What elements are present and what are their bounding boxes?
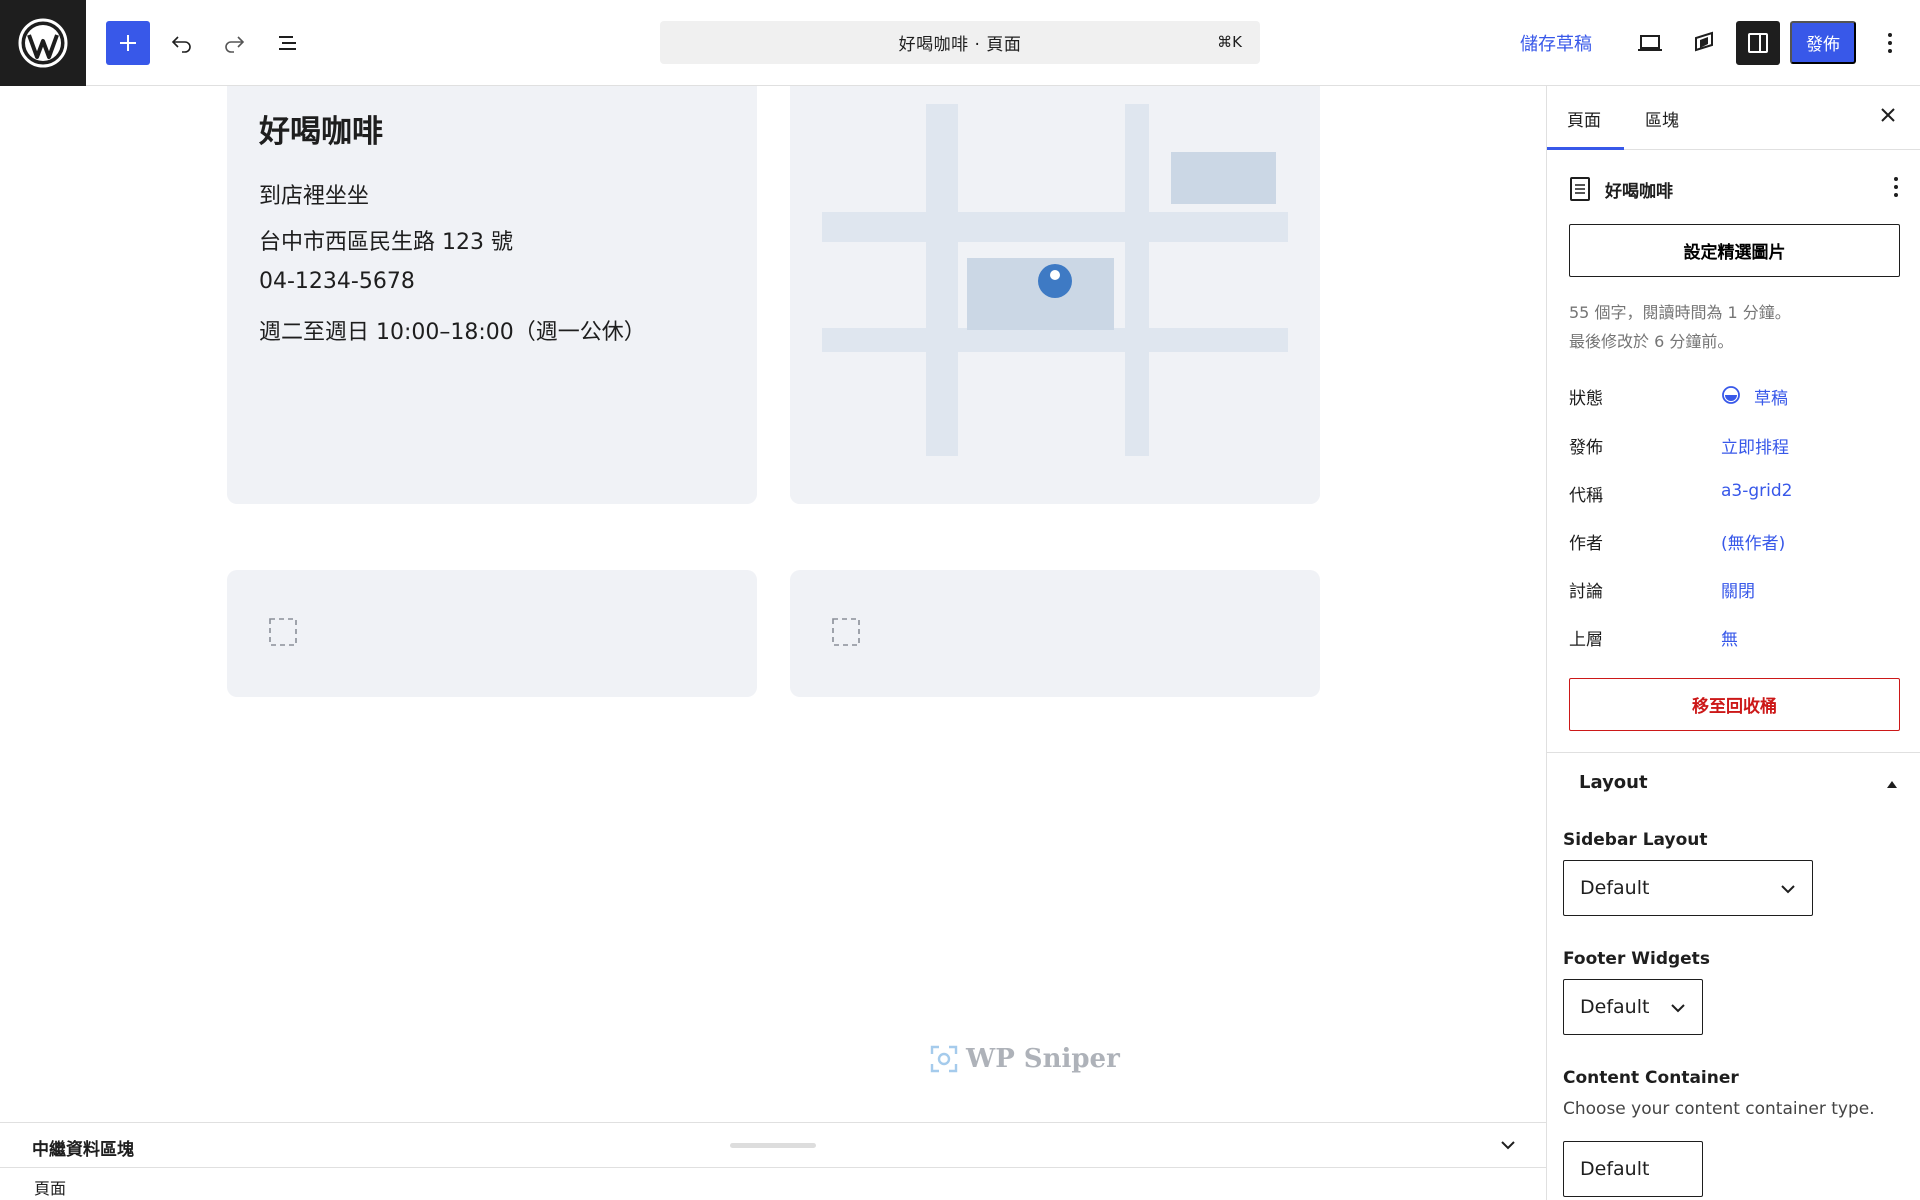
chevron-down-icon[interactable]	[1496, 1133, 1520, 1157]
undo-icon	[171, 36, 191, 53]
list-view-icon	[279, 36, 296, 50]
info-line[interactable]: 台中市西區民生路 123 號	[259, 224, 513, 256]
save-draft-button[interactable]: 儲存草稿	[1520, 30, 1592, 56]
placeholder-block[interactable]	[227, 570, 757, 697]
map-illustration	[790, 86, 1320, 504]
publish-label: 發佈	[1569, 438, 1603, 458]
parent-label: 上層	[1569, 630, 1603, 650]
editor-canvas[interactable]: 好喝咖啡 到店裡坐坐 台中市西區民生路 123 號 04-1234-5678 週…	[0, 86, 1546, 1122]
status-label: 狀態	[1569, 389, 1603, 409]
discussion-label: 討論	[1569, 582, 1603, 602]
editor-toolbar: 好喝咖啡 · 頁面 ⌘K 儲存草稿 發佈	[0, 0, 1920, 86]
map-block[interactable]	[790, 86, 1320, 504]
close-icon[interactable]	[1877, 104, 1899, 126]
plus-icon	[120, 35, 136, 51]
discussion-value[interactable]: 關閉	[1721, 577, 1755, 602]
watermark-text: WP Sniper	[966, 1044, 1120, 1074]
tab-page[interactable]: 頁面	[1567, 106, 1601, 131]
footer-widgets-value: Default	[1580, 996, 1650, 1018]
footer-widgets-label: Footer Widgets	[1563, 949, 1710, 969]
draft-status-icon	[1722, 386, 1740, 404]
add-block-button[interactable]	[106, 21, 150, 65]
undo-button[interactable]	[160, 21, 204, 65]
meta-panel-title: 中繼資料區塊	[32, 1140, 134, 1160]
document-title-command-bar[interactable]: 好喝咖啡 · 頁面 ⌘K	[660, 21, 1260, 64]
settings-sidebar: 頁面 區塊 好喝咖啡 設定精選圖片 55 個字，閱讀時間為 1 分鐘。 最後修改…	[1546, 86, 1920, 1200]
tab-block[interactable]: 區塊	[1645, 106, 1679, 131]
command-shortcut: ⌘K	[1217, 33, 1242, 51]
footer-widgets-select[interactable]: Default	[1563, 979, 1703, 1035]
image-placeholder-icon	[818, 604, 874, 660]
sidebar-icon	[1748, 33, 1768, 53]
map-pin-icon	[1038, 264, 1072, 298]
page-icon	[1570, 177, 1590, 201]
author-value[interactable]: (無作者)	[1721, 529, 1785, 554]
publish-row: 發佈 立即排程	[1569, 431, 1899, 458]
sidebar-layout-value: Default	[1580, 877, 1650, 899]
info-line[interactable]: 到店裡坐坐	[259, 178, 369, 210]
word-count: 55 個字，閱讀時間為 1 分鐘。	[1569, 303, 1791, 322]
active-tab-indicator	[1547, 147, 1624, 150]
scan-logo-icon	[930, 1045, 958, 1073]
sidebar-layout-label: Sidebar Layout	[1563, 830, 1708, 850]
set-featured-image-button[interactable]: 設定精選圖片	[1569, 224, 1900, 277]
caret-up-icon[interactable]	[1885, 778, 1899, 790]
info-line[interactable]: 週二至週日 10:00–18:00（週一公休）	[259, 314, 646, 346]
author-label: 作者	[1569, 534, 1603, 554]
chevron-down-icon	[1671, 1004, 1685, 1013]
placeholder-block[interactable]	[790, 570, 1320, 697]
info-line[interactable]: 04-1234-5678	[259, 269, 415, 294]
post-stats: 55 個字，閱讀時間為 1 分鐘。 最後修改於 6 分鐘前。	[1569, 298, 1791, 356]
breadcrumb-item[interactable]: 頁面	[34, 1175, 66, 1199]
watermark: WP Sniper	[930, 1044, 1120, 1074]
slug-label: 代稱	[1569, 486, 1603, 506]
image-placeholder-icon	[255, 604, 311, 660]
document-overview-button[interactable]	[266, 21, 310, 65]
wordpress-logo-icon[interactable]	[0, 0, 86, 86]
settings-sidebar-toggle[interactable]	[1736, 21, 1780, 65]
vertical-ellipsis-icon	[1888, 33, 1892, 53]
vertical-ellipsis-icon[interactable]	[1893, 176, 1899, 198]
content-container-label: Content Container	[1563, 1068, 1739, 1088]
slug-row: 代稱 a3-grid2	[1569, 479, 1899, 506]
publish-button[interactable]: 發佈	[1790, 21, 1856, 64]
breadcrumb: 頁面	[0, 1167, 1546, 1200]
layout-panel-title[interactable]: Layout	[1579, 772, 1648, 793]
document-title: 好喝咖啡 · 頁面	[898, 35, 1022, 55]
document-title-label: 好喝咖啡	[1605, 181, 1673, 202]
plugin-icon	[1695, 31, 1713, 52]
resize-handle[interactable]	[730, 1143, 816, 1148]
content-container-select[interactable]: Default	[1563, 1141, 1703, 1197]
last-modified: 最後修改於 6 分鐘前。	[1569, 332, 1734, 351]
status-value[interactable]: 草稿	[1754, 384, 1788, 409]
meta-boxes-panel[interactable]: 中繼資料區塊	[0, 1122, 1546, 1167]
parent-row: 上層 無	[1569, 623, 1899, 650]
divider	[1547, 752, 1920, 753]
status-row: 狀態 草稿	[1569, 382, 1899, 409]
document-summary: 好喝咖啡	[1569, 174, 1899, 204]
redo-button[interactable]	[212, 21, 256, 65]
author-row: 作者 (無作者)	[1569, 527, 1899, 554]
plugin-panel-button[interactable]	[1682, 21, 1726, 65]
publish-value[interactable]: 立即排程	[1721, 433, 1789, 458]
info-heading[interactable]: 好喝咖啡	[259, 106, 383, 151]
contact-info-block[interactable]: 好喝咖啡 到店裡坐坐 台中市西區民生路 123 號 04-1234-5678 週…	[227, 86, 757, 504]
options-menu-button[interactable]	[1868, 21, 1912, 65]
discussion-row: 討論 關閉	[1569, 575, 1899, 602]
chevron-down-icon	[1781, 885, 1795, 894]
redo-icon	[225, 36, 245, 53]
sidebar-layout-select[interactable]: Default	[1563, 860, 1813, 916]
sidebar-tabs: 頁面 區塊	[1547, 86, 1920, 150]
content-container-value: Default	[1580, 1158, 1650, 1180]
slug-value[interactable]: a3-grid2	[1721, 481, 1792, 501]
parent-value[interactable]: 無	[1721, 625, 1738, 650]
desktop-preview-icon	[1638, 35, 1662, 51]
content-container-help: Choose your content container type.	[1563, 1099, 1875, 1119]
preview-button[interactable]	[1628, 21, 1672, 65]
move-to-trash-button[interactable]: 移至回收桶	[1569, 678, 1900, 731]
